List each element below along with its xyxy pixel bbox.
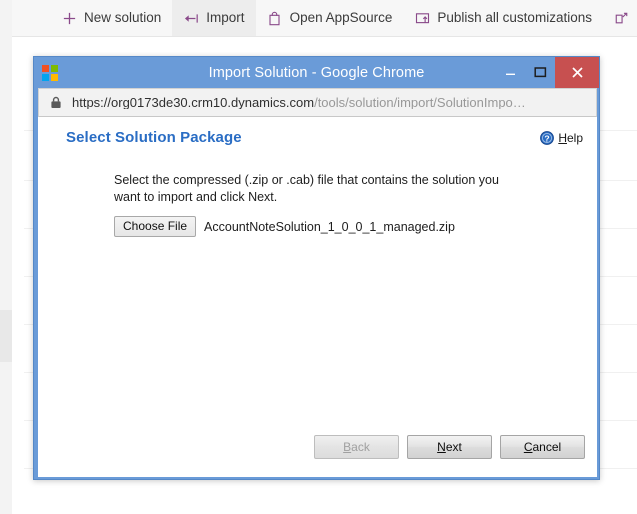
command-open-appsource[interactable]: Open AppSource <box>256 0 404 36</box>
maximize-button[interactable] <box>525 57 555 88</box>
back-button-label: ack <box>351 440 370 454</box>
publish-icon <box>414 10 430 26</box>
plus-icon <box>61 10 77 26</box>
next-button[interactable]: Next <box>407 435 492 459</box>
command-overflow-partial[interactable]: S <box>603 0 637 36</box>
url-path: /tools/solution/import/SolutionImpo… <box>314 96 526 109</box>
chrome-titlebar[interactable]: Import Solution - Google Chrome <box>34 57 599 88</box>
back-button-accel: B <box>343 440 351 454</box>
chrome-address-bar[interactable]: https://org0173de30.crm10.dynamics.com/t… <box>38 88 597 117</box>
bag-icon <box>267 10 283 26</box>
left-rail-active-marker <box>0 310 12 362</box>
help-link[interactable]: ? Help <box>540 131 583 145</box>
lock-icon <box>49 96 63 110</box>
command-open-appsource-label: Open AppSource <box>290 11 393 25</box>
next-button-accel: N <box>437 440 446 454</box>
cancel-button-label: ancel <box>532 440 561 454</box>
help-link-label: Help <box>558 131 583 145</box>
address-bar-url: https://org0173de30.crm10.dynamics.com/t… <box>72 96 526 109</box>
help-circle-icon: ? <box>540 131 554 145</box>
page-title: Select Solution Package <box>66 129 242 146</box>
url-origin: https://org0173de30.crm10.dynamics.com <box>72 96 314 109</box>
microsoft-logo-icon <box>42 65 58 81</box>
chrome-page-viewport: Select Solution Package ? Help Select th… <box>38 117 597 477</box>
minimize-button[interactable] <box>495 57 525 88</box>
import-solution-wizard: Select Solution Package ? Help Select th… <box>38 117 597 477</box>
command-publish-all-customizations-label: Publish all customizations <box>437 11 592 25</box>
left-rail <box>0 0 12 514</box>
command-import-label: Import <box>206 11 244 25</box>
help-rest: elp <box>567 131 583 145</box>
chrome-popup-window: Import Solution - Google Chrome <box>33 56 600 480</box>
wizard-header: Select Solution Package ? Help <box>38 117 597 163</box>
cancel-button-accel: C <box>524 440 533 454</box>
command-bar-spacer <box>12 0 50 36</box>
wizard-body: Select the compressed (.zip or .cab) fil… <box>38 163 597 429</box>
wizard-footer: Back Next Cancel <box>38 429 597 477</box>
back-button[interactable]: Back <box>314 435 399 459</box>
cancel-button[interactable]: Cancel <box>500 435 585 459</box>
svg-text:?: ? <box>545 133 550 143</box>
command-new-solution[interactable]: New solution <box>50 0 172 36</box>
command-publish-all-customizations[interactable]: Publish all customizations <box>403 0 603 36</box>
import-arrow-icon <box>183 10 199 26</box>
command-import[interactable]: Import <box>172 0 255 36</box>
next-button-label: ext <box>446 440 462 454</box>
open-external-icon <box>614 10 630 26</box>
selected-file-name: AccountNoteSolution_1_0_0_1_managed.zip <box>204 220 455 234</box>
command-bar: New solution Import Open AppSource <box>12 0 637 37</box>
command-new-solution-label: New solution <box>84 11 161 25</box>
help-accel: H <box>558 131 567 145</box>
file-upload-row: Choose File AccountNoteSolution_1_0_0_1_… <box>114 216 455 237</box>
instruction-text: Select the compressed (.zip or .cab) fil… <box>114 172 504 206</box>
wizard-footer-buttons: Back Next Cancel <box>314 435 585 459</box>
choose-file-button[interactable]: Choose File <box>114 216 196 237</box>
window-controls <box>495 57 599 88</box>
close-button[interactable] <box>555 57 599 88</box>
